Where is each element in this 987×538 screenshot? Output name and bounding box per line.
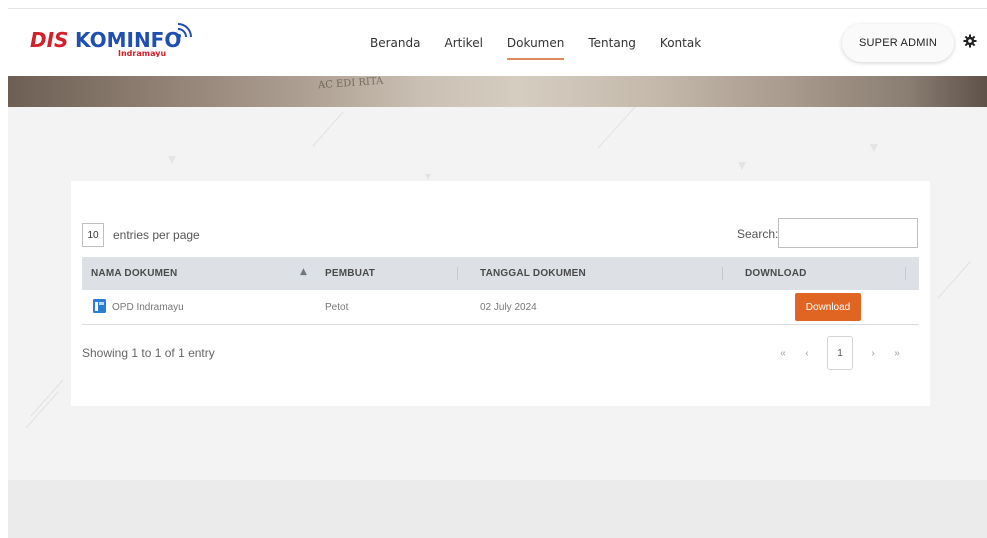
cell-tanggal: 02 July 2024 (480, 302, 537, 313)
search-label: Search: (737, 227, 779, 241)
diskominfo-logo[interactable]: DIS KOMINFO Indramayu (30, 23, 200, 57)
navbar: DIS KOMINFO Indramayu Beranda Artikel Do… (8, 8, 987, 76)
nav-beranda[interactable]: Beranda (370, 36, 420, 50)
pagination-first[interactable]: « (771, 348, 795, 359)
cell-pembuat: Petot (325, 302, 349, 313)
column-header-pembuat[interactable]: PEMBUAT (325, 268, 375, 279)
document-icon (93, 299, 106, 313)
logo-prefix-text: DIS (30, 28, 68, 52)
table-row: OPD Indramayu Petot 02 July 2024 Downloa… (82, 290, 919, 325)
logo-sub-text: Indramayu (118, 49, 166, 57)
column-divider (722, 267, 723, 280)
column-divider (905, 267, 906, 280)
banner-text: AC EDI RITA (317, 76, 384, 92)
cell-nama-dokumen[interactable]: OPD Indramayu (112, 302, 184, 313)
pagination-last[interactable]: » (885, 348, 909, 359)
pagination-next[interactable]: › (861, 348, 885, 359)
column-header-download[interactable]: DOWNLOAD (745, 268, 807, 279)
documents-card: 10 entries per page Search: NAMA DOKUMEN… (71, 181, 930, 406)
gear-icon[interactable] (963, 34, 977, 48)
pagination: « ‹ 1 › » (771, 336, 909, 370)
sort-asc-icon[interactable]: ▲ (300, 267, 307, 277)
hero-banner: AC EDI RITA (8, 76, 987, 107)
super-admin-button[interactable]: SUPER ADMIN (842, 24, 954, 62)
column-header-nama[interactable]: NAMA DOKUMEN (91, 268, 177, 279)
page: DIS KOMINFO Indramayu Beranda Artikel Do… (8, 8, 987, 538)
nav-dokumen[interactable]: Dokumen (506, 36, 565, 60)
per-page-select[interactable]: 10 (82, 223, 104, 247)
table-header: NAMA DOKUMEN ▲ PEMBUAT TANGGAL DOKUMEN D… (82, 257, 919, 290)
pagination-page-current[interactable]: 1 (827, 336, 853, 370)
search-input[interactable] (778, 218, 918, 248)
per-page-label: entries per page (113, 228, 200, 242)
nav-kontak[interactable]: Kontak (660, 36, 701, 50)
column-divider (457, 267, 458, 280)
column-header-tanggal[interactable]: TANGGAL DOKUMEN (480, 268, 586, 279)
main-nav: Beranda Artikel Dokumen Tentang Kontak (370, 36, 725, 60)
download-button[interactable]: Download (795, 293, 861, 321)
pagination-prev[interactable]: ‹ (795, 348, 819, 359)
footer-band (8, 480, 987, 538)
nav-tentang[interactable]: Tentang (588, 36, 636, 50)
nav-artikel[interactable]: Artikel (444, 36, 482, 50)
table-info: Showing 1 to 1 of 1 entry (82, 346, 215, 360)
